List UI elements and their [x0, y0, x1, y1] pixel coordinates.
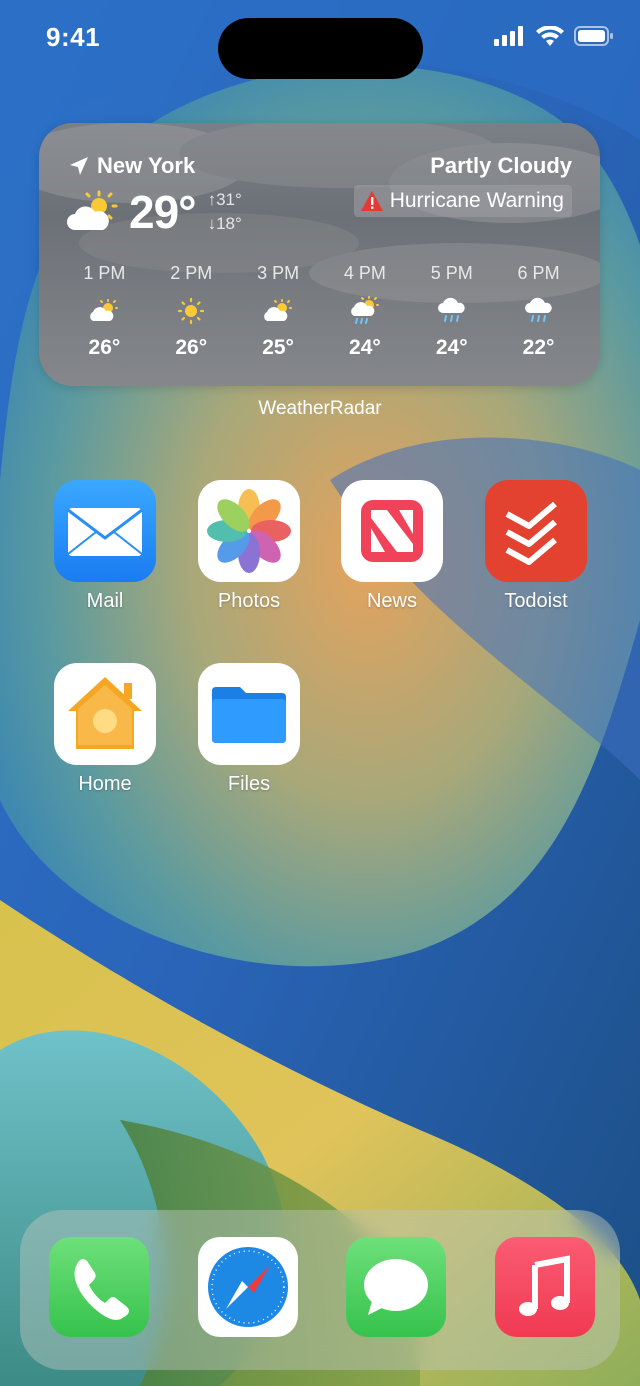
hourly-forecast: 1 PM 26° 2 PM 26° 3 PM 25° 4 PM 24° 5 PM… [61, 263, 582, 360]
hour-forecast: 1 PM 26° [61, 263, 148, 360]
app-label: Files [227, 773, 271, 795]
cellular-signal-icon [494, 26, 523, 46]
hour-forecast: 6 PM 22° [495, 263, 582, 360]
app-label: Mail [86, 590, 124, 612]
phone-icon[interactable] [49, 1237, 149, 1337]
app-home[interactable]: Home [45, 663, 165, 796]
weather-location: New York [69, 153, 195, 179]
hour-temp: 22° [522, 336, 555, 359]
battery-icon [574, 26, 613, 46]
weather-current: 29° ↑31° ↓18° [67, 185, 242, 239]
status-icons [494, 26, 614, 46]
hour-time: 4 PM [343, 263, 386, 283]
high-low: ↑31° ↓18° [208, 188, 242, 236]
warning-icon [360, 191, 383, 211]
current-temperature: 29° [129, 186, 197, 238]
messages-icon[interactable] [346, 1237, 446, 1337]
warning-text: Hurricane Warning [389, 189, 564, 212]
partly-sunny-icon [90, 299, 119, 321]
app-label: Photos [217, 590, 281, 612]
status-time: 9:41 [46, 22, 101, 52]
app-label: Home [78, 773, 132, 795]
hour-forecast: 5 PM 24° [408, 263, 495, 360]
partly-sunny-icon [67, 190, 118, 230]
news-icon [341, 480, 443, 582]
sun-icon [178, 297, 205, 325]
dynamic-island [218, 18, 423, 79]
high-temperature: ↑31° [207, 190, 242, 209]
hour-temp: 25° [262, 336, 294, 359]
app-mail[interactable]: Mail [45, 480, 165, 613]
music-icon[interactable] [495, 1237, 595, 1337]
sun-rain-icon [351, 296, 379, 324]
rain-icon [437, 297, 465, 322]
hour-time: 5 PM [430, 263, 473, 283]
app-label: News [366, 590, 417, 612]
hurricane-warning-badge: Hurricane Warning [353, 185, 572, 217]
hour-temp: 24° [435, 336, 468, 359]
status-bar: 9:41 [0, 0, 640, 80]
todoist-icon [485, 480, 587, 582]
hour-forecast: 2 PM 26° [148, 263, 235, 360]
app-files[interactable]: Files [189, 663, 309, 796]
hour-temp: 26° [175, 336, 208, 359]
dock [20, 1210, 620, 1370]
location-name: New York [97, 153, 196, 178]
photos-icon [198, 480, 300, 582]
app-photos[interactable]: Photos [189, 480, 309, 613]
location-arrow-icon [70, 157, 88, 175]
widget-label: WeatherRadar [258, 398, 382, 419]
hour-time: 6 PM [517, 263, 560, 283]
hour-forecast: 3 PM 25° [235, 263, 322, 360]
hour-time: 2 PM [170, 263, 213, 283]
home-icon [54, 663, 156, 765]
app-label: Todoist [504, 590, 568, 612]
hour-time: 1 PM [83, 263, 126, 283]
safari-icon[interactable] [198, 1237, 298, 1337]
wifi-icon [536, 26, 564, 46]
weather-widget[interactable]: New York Partly Cloudy 29° ↑31° ↓18° Hur [39, 123, 600, 386]
files-icon [198, 663, 300, 765]
low-temperature: ↓18° [207, 214, 242, 233]
mail-icon [54, 480, 156, 582]
app-news[interactable]: News [332, 480, 452, 613]
hour-time: 3 PM [257, 263, 300, 283]
weather-condition: Partly Cloudy [430, 153, 572, 178]
app-todoist[interactable]: Todoist [476, 480, 596, 613]
hour-temp: 26° [88, 336, 121, 359]
hour-temp: 24° [349, 336, 381, 359]
hour-forecast: 4 PM 24° [321, 263, 408, 360]
partly-sunny-icon [264, 299, 293, 321]
rain-icon [524, 297, 552, 322]
